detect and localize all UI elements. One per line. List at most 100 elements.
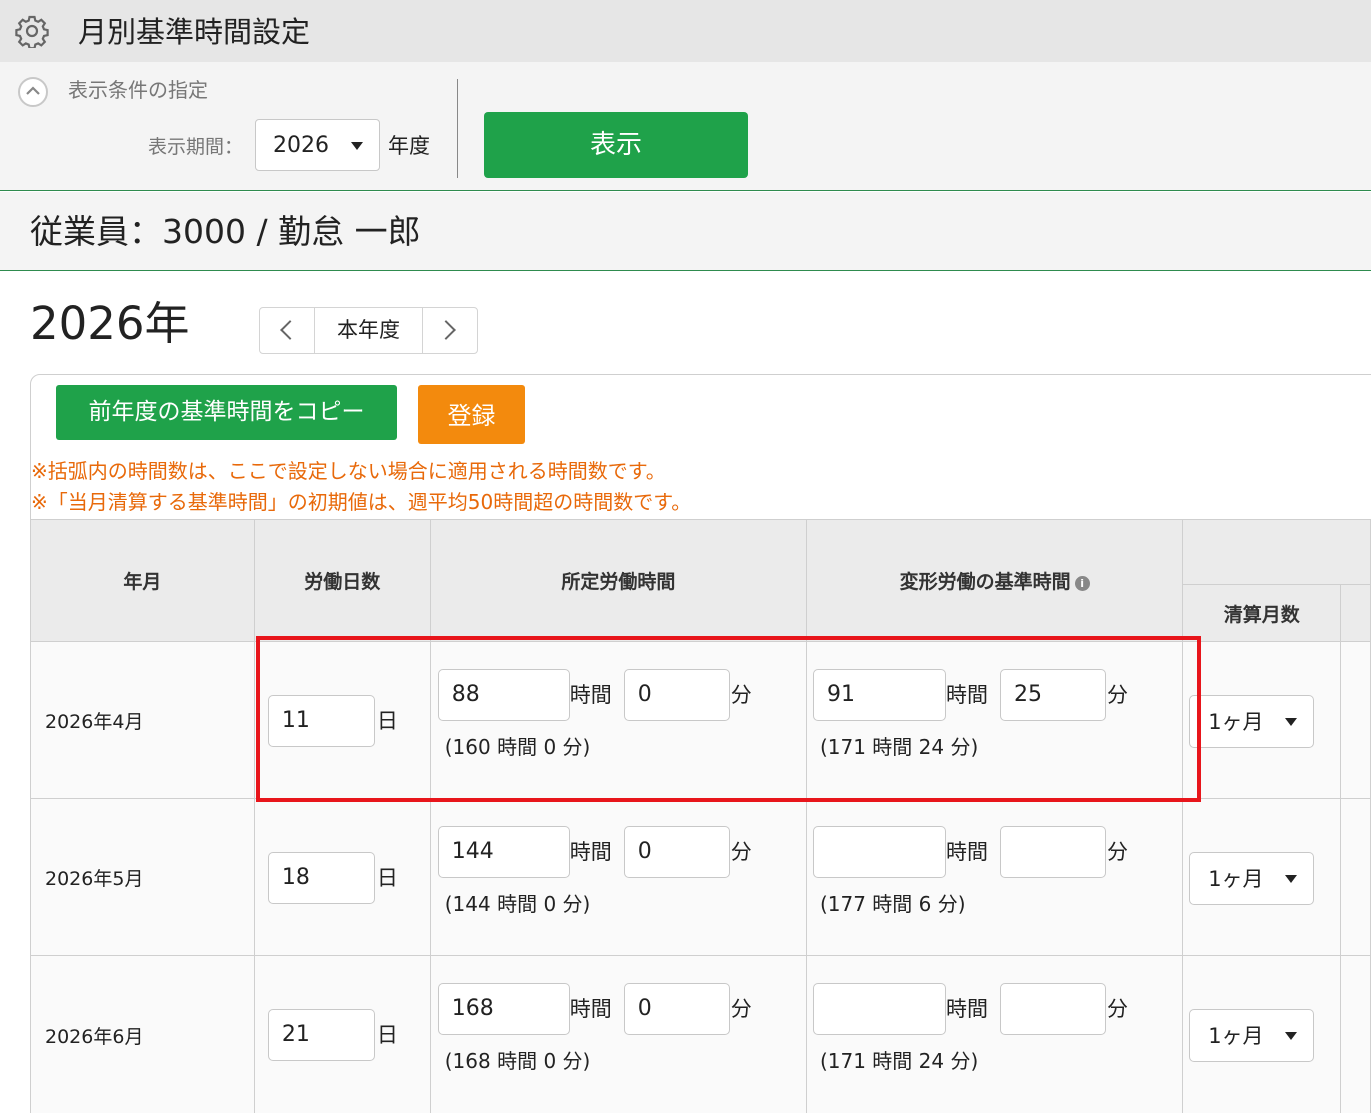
dropdown-caret-icon: [1285, 1032, 1298, 1040]
chevron-right-icon: [436, 320, 456, 340]
variable-hours-cell: 時間 分 (171 時間 24 分): [805, 955, 1184, 1113]
scheduled-minutes-input[interactable]: 0: [623, 669, 730, 721]
settlement-months-cell: 1ヶ月: [1182, 798, 1342, 956]
scheduled-minutes-input[interactable]: 0: [623, 983, 730, 1035]
divider: [457, 79, 458, 178]
settlement-months-value: 1ヶ月: [1208, 867, 1264, 891]
chevron-left-icon: [280, 320, 300, 340]
scheduled-hours-input[interactable]: 88: [437, 669, 570, 721]
variable-hours-input[interactable]: [812, 826, 946, 878]
copy-previous-year-button[interactable]: 前年度の基準時間をコピー: [56, 385, 397, 440]
day-unit-label: 日: [376, 866, 398, 890]
scheduled-minutes-input[interactable]: 0: [623, 826, 730, 878]
day-unit-label: 日: [376, 1023, 398, 1047]
monthly-hours-table: 年月 労働日数 所定労働時間 変形労働の基準時間 i 清算月数 2026年4月 11…: [30, 519, 1371, 1113]
variable-hours-input[interactable]: 91: [812, 669, 946, 721]
variable-hours-header-label: 変形労働の基準時間: [899, 571, 1071, 593]
settlement-months-cell: 1ヶ月: [1182, 641, 1342, 799]
year-navigator: 本年度: [259, 307, 478, 354]
next-year-button[interactable]: [423, 308, 477, 353]
note-text: ※括弧内の時間数は、ここで設定しない場合に適用される時間数です。: [31, 459, 666, 483]
work-days-cell: 11 日: [253, 641, 431, 799]
column-header-variable-hours: 変形労働の基準時間 i: [805, 519, 1184, 642]
register-button[interactable]: 登録: [418, 385, 525, 444]
minute-unit-label: 分: [730, 840, 752, 864]
day-unit-label: 日: [376, 709, 398, 733]
year-month-cell: 2026年6月: [30, 955, 255, 1113]
prev-year-button[interactable]: [260, 308, 314, 353]
page-title: 月別基準時間設定: [78, 15, 311, 49]
title-bar: 月別基準時間設定: [0, 0, 1371, 62]
minute-unit-label: 分: [730, 997, 752, 1021]
minute-unit-label: 分: [1106, 683, 1128, 707]
hour-unit-label: 時間: [569, 840, 612, 864]
fiscal-year-select[interactable]: 2026: [255, 119, 380, 171]
gear-icon: [15, 15, 49, 48]
column-header-settlement-months: 清算月数: [1182, 584, 1342, 642]
collapse-toggle-button[interactable]: [18, 77, 48, 107]
column-header-group: [1182, 519, 1371, 585]
dropdown-caret-icon: [1285, 875, 1298, 883]
year-month-cell: 2026年5月: [30, 798, 255, 956]
dropdown-caret-icon: [351, 142, 363, 150]
scheduled-hours-input[interactable]: 168: [437, 983, 570, 1035]
extra-cell: [1340, 955, 1371, 1113]
variable-hours-cell: 91 時間 25 分 (171 時間 24 分): [805, 641, 1184, 799]
variable-default-hint: (171 時間 24 分): [819, 1049, 979, 1073]
table-row: 2026年5月 18 日 144 時間 0 分 (144 時間 0 分) 時間分 (177 時間 …: [30, 798, 1371, 956]
settlement-months-cell: 1ヶ月: [1182, 955, 1342, 1113]
work-days-input[interactable]: 21: [267, 1009, 375, 1061]
variable-minutes-input[interactable]: 25: [999, 669, 1106, 721]
hour-unit-label: 時間: [945, 997, 988, 1021]
settlement-months-value: 1ヶ月: [1208, 710, 1264, 734]
settlement-months-select[interactable]: 1ヶ月: [1189, 852, 1315, 905]
scheduled-default-hint: (144 時間 0 分): [444, 892, 591, 916]
work-days-input[interactable]: 11: [267, 695, 375, 747]
extra-cell: [1340, 641, 1371, 799]
note-text: ※「当月清算する基準時間」の初期値は、週平均50時間超の時間数です。: [31, 490, 692, 514]
settlement-months-select[interactable]: 1ヶ月: [1189, 695, 1315, 748]
current-year-button[interactable]: 本年度: [314, 308, 423, 353]
scheduled-hours-input[interactable]: 144: [437, 826, 570, 878]
settlement-months-select[interactable]: 1ヶ月: [1189, 1009, 1315, 1062]
variable-default-hint: (177 時間 6 分): [819, 892, 966, 916]
hour-unit-label: 時間: [569, 997, 612, 1021]
work-days-cell: 18 日: [253, 798, 431, 956]
chevron-up-icon: [26, 86, 40, 95]
column-header-year-month: 年月: [30, 519, 255, 642]
year-month-label: 2026年5月: [45, 867, 144, 890]
year-month-label: 2026年6月: [45, 1026, 144, 1048]
fiscal-year-value: 2026: [273, 133, 329, 158]
variable-minutes-input[interactable]: [999, 983, 1106, 1035]
scheduled-default-hint: (168 時間 0 分): [444, 1049, 591, 1073]
extra-cell: [1340, 798, 1371, 956]
table-row: 2026年4月 11 日 88 時間 0 分 (160 時間 0 分) 91 時間 25 分 (171 …: [30, 641, 1371, 799]
variable-hours-input[interactable]: [812, 983, 946, 1035]
minute-unit-label: 分: [730, 683, 752, 707]
year-suffix-label: 年度: [388, 134, 430, 158]
year-month-label: 2026年4月: [45, 710, 144, 733]
scheduled-hours-cell: 144 時間 0 分 (144 時間 0 分): [429, 798, 807, 956]
table-row: 2026年6月 21 日 168 時間 0 分 (168 時間 0 分) 時間分 (171 時間 …: [30, 955, 1371, 1113]
year-heading: 2026年: [30, 297, 190, 350]
variable-minutes-input[interactable]: [999, 826, 1106, 878]
variable-hours-cell: 時間 分 (177 時間 6 分): [805, 798, 1184, 956]
minute-unit-label: 分: [1106, 997, 1128, 1021]
hour-unit-label: 時間: [945, 683, 988, 707]
scheduled-default-hint: (160 時間 0 分): [444, 735, 591, 759]
info-icon[interactable]: i: [1074, 576, 1090, 591]
work-days-input[interactable]: 18: [267, 852, 375, 904]
employee-bar: 従業員：3000 / 勤怠 一郎: [0, 192, 1371, 271]
column-header-scheduled-hours: 所定労働時間: [429, 519, 807, 642]
condition-heading: 表示条件の指定: [68, 78, 208, 102]
show-button[interactable]: 表示: [484, 112, 748, 178]
column-header-extra: [1340, 584, 1371, 642]
year-month-cell: 2026年4月: [30, 641, 255, 799]
column-header-work-days: 労働日数: [253, 519, 431, 642]
hour-unit-label: 時間: [569, 683, 612, 707]
work-days-cell: 21 日: [253, 955, 431, 1113]
minute-unit-label: 分: [1106, 840, 1128, 864]
hour-unit-label: 時間: [945, 840, 988, 864]
dropdown-caret-icon: [1285, 718, 1298, 726]
period-label: 表示期間：: [148, 136, 244, 158]
